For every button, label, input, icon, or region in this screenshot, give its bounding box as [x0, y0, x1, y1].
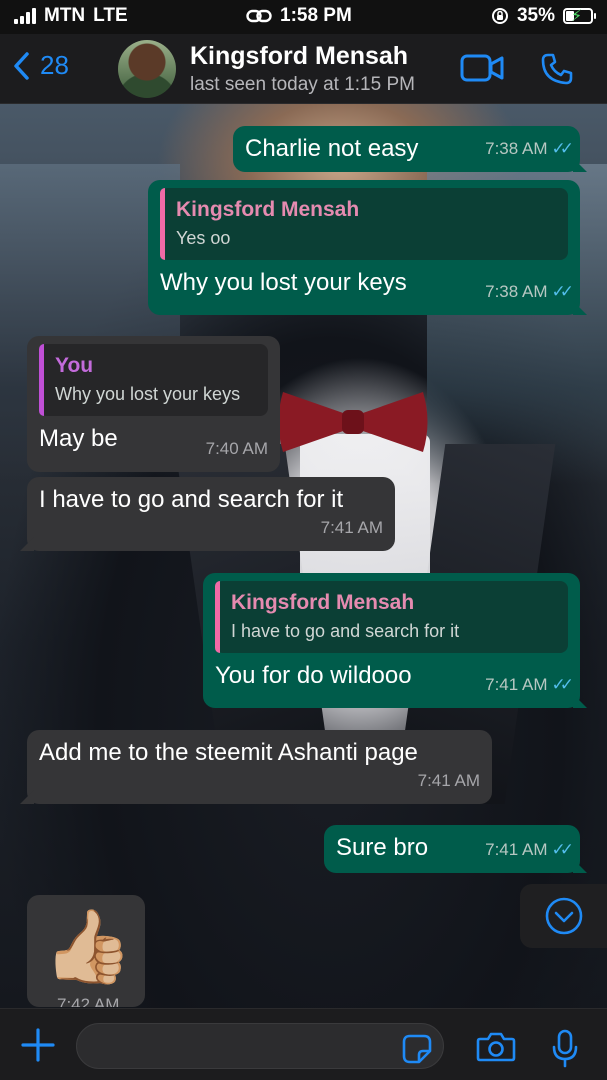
scroll-down-button[interactable]: [520, 884, 607, 948]
message-bubble-outgoing[interactable]: Charlie not easy 7:38 AM ✓✓: [233, 126, 580, 172]
message-time: 7:41 AM: [417, 771, 480, 790]
message-bubble-incoming[interactable]: Add me to the steemit Ashanti page 7:41 …: [27, 730, 492, 804]
message-bubble-incoming[interactable]: I have to go and search for it 7:41 AM: [27, 477, 395, 551]
message-text: Add me to the steemit Ashanti page: [39, 739, 418, 766]
link-icon: [246, 9, 272, 23]
message-time: 7:38 AM ✓✓: [485, 277, 574, 307]
read-ticks-icon: ✓✓: [551, 139, 574, 158]
carrier-label: MTN: [44, 5, 86, 26]
message-time: 7:42 AM: [57, 995, 120, 1007]
read-ticks-icon: ✓✓: [551, 840, 574, 859]
clock-label: 1:58 PM: [280, 5, 352, 26]
message-text: Sure bro: [336, 834, 429, 861]
message-text: You for do wildooo: [215, 662, 412, 689]
message-text: Charlie not easy: [245, 135, 419, 162]
contact-name[interactable]: Kingsford Mensah: [190, 42, 408, 71]
message-text: May be: [39, 425, 118, 452]
input-bar: [0, 1008, 607, 1080]
quoted-text: Yes oo: [176, 228, 231, 248]
message-bubble-outgoing[interactable]: Kingsford Mensah Yes oo Why you lost you…: [148, 180, 580, 315]
message-time: 7:41 AM ✓✓: [485, 835, 574, 865]
back-chevron-icon: [14, 51, 29, 80]
orientation-lock-icon: [491, 8, 508, 24]
phone-icon[interactable]: [540, 52, 574, 86]
message-text: I have to go and search for it: [39, 486, 344, 513]
back-button[interactable]: 28: [12, 50, 69, 81]
message-bubble-incoming[interactable]: 👍🏼 7:42 AM: [27, 895, 145, 1007]
battery-percent: 35%: [516, 5, 555, 26]
status-bar: MTN LTE 1:58 PM 35% ⚡: [0, 0, 607, 34]
plus-icon[interactable]: [20, 1027, 56, 1063]
quoted-author: Kingsford Mensah: [176, 198, 360, 221]
message-time: 7:41 AM ✓✓: [485, 670, 574, 700]
message-time: 7:38 AM ✓✓: [485, 134, 574, 164]
quoted-author: Kingsford Mensah: [231, 591, 415, 614]
avatar[interactable]: [118, 40, 176, 98]
message-time: 7:41 AM: [320, 518, 383, 537]
battery-icon: ⚡: [563, 8, 596, 25]
message-bubble-outgoing[interactable]: Kingsford Mensah I have to go and search…: [203, 573, 580, 708]
last-seen-status: last seen today at 1:15 PM: [190, 74, 415, 95]
read-ticks-icon: ✓✓: [551, 675, 574, 694]
status-center: 1:58 PM: [246, 5, 352, 27]
video-call-icon[interactable]: [460, 54, 504, 82]
sticker-icon[interactable]: [402, 1034, 432, 1064]
microphone-icon[interactable]: [550, 1029, 580, 1069]
status-right: 35% ⚡: [491, 5, 596, 27]
status-left: MTN LTE: [14, 5, 128, 27]
message-bubble-incoming[interactable]: You Why you lost your keys May be 7:40 A…: [27, 336, 280, 472]
chat-header: 28 Kingsford Mensah last seen today at 1…: [0, 34, 607, 104]
message-input[interactable]: [76, 1023, 444, 1069]
quoted-message[interactable]: Kingsford Mensah Yes oo: [160, 188, 568, 260]
camera-icon[interactable]: [476, 1031, 516, 1063]
unread-count: 28: [40, 50, 69, 80]
quoted-author: You: [55, 354, 94, 377]
read-ticks-icon: ✓✓: [551, 282, 574, 301]
message-time: 7:40 AM: [205, 439, 268, 458]
quoted-text: I have to go and search for it: [231, 621, 460, 641]
quoted-message[interactable]: You Why you lost your keys: [39, 344, 268, 416]
thumbs-up-emoji: 👍🏼: [43, 907, 133, 987]
message-text: Why you lost your keys: [160, 269, 407, 296]
wallpaper-bowtie: [278, 392, 428, 452]
quoted-text: Why you lost your keys: [55, 384, 241, 404]
quoted-message[interactable]: Kingsford Mensah I have to go and search…: [215, 581, 568, 653]
network-label: LTE: [93, 5, 128, 26]
scroll-down-icon: [545, 897, 582, 935]
charging-bolt-icon: ⚡: [571, 8, 583, 25]
signal-icon: [14, 8, 36, 24]
message-bubble-outgoing[interactable]: Sure bro 7:41 AM ✓✓: [324, 825, 580, 873]
